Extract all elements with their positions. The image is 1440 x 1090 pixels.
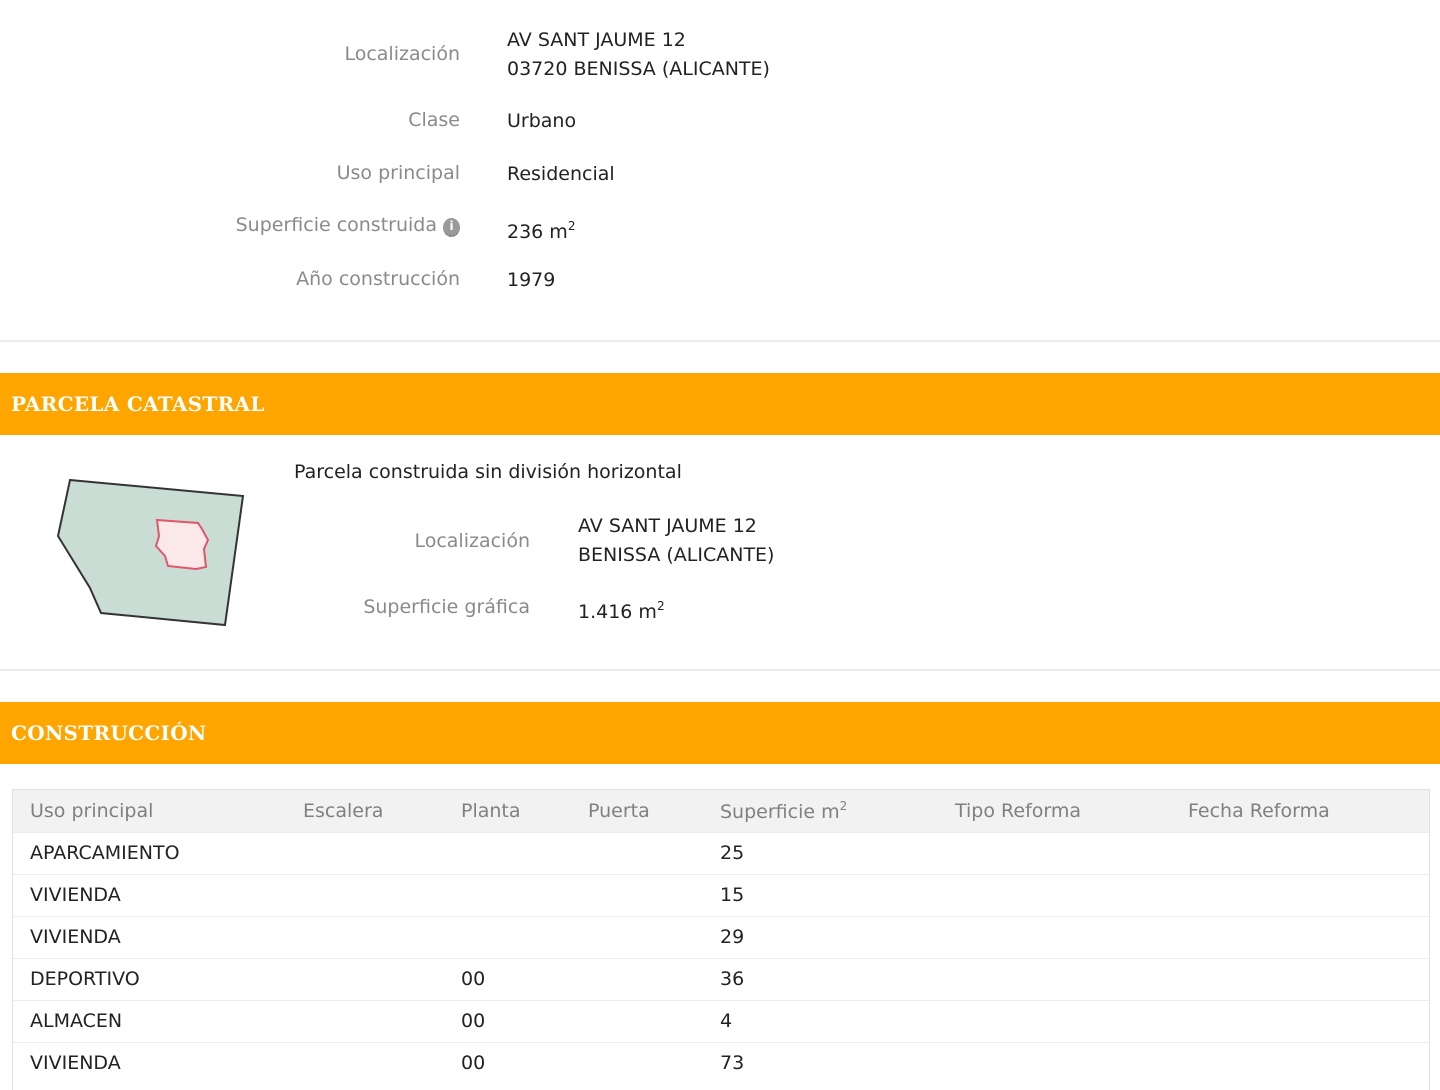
cell-uso: ALMACEN	[13, 999, 286, 1042]
parcela-header: PARCELA CATASTRAL	[0, 373, 1440, 435]
col-puerta[interactable]: Puerta	[571, 790, 703, 832]
cell-tipo-reforma	[938, 873, 1171, 916]
parcela-superficie-unit-sup: 2	[656, 599, 665, 613]
divider	[0, 669, 1440, 671]
cell-fecha-reforma	[1171, 957, 1429, 1000]
parcela-superficie-number: 1.416 m	[578, 601, 657, 623]
table-row: VIVIENDA 15	[13, 873, 1429, 916]
table-row: VIVIENDA 29	[13, 915, 1429, 958]
parcel-map-thumbnail[interactable]	[50, 470, 255, 635]
cell-tipo-reforma	[938, 957, 1171, 1000]
cell-puerta	[571, 873, 703, 916]
parcel-shape	[56, 478, 245, 627]
col-superficie-sup: 2	[839, 798, 848, 813]
table-header-row: Uso principal Escalera Planta Puerta Sup…	[13, 790, 1429, 832]
cell-planta: 00	[444, 999, 571, 1042]
cell-tipo-reforma	[938, 1041, 1171, 1084]
cell-tipo-reforma	[938, 831, 1171, 874]
cell-escalera	[286, 873, 444, 916]
parcela-localizacion-value: AV SANT JAUME 12 BENISSA (ALICANTE)	[578, 512, 774, 570]
cell-puerta	[571, 957, 703, 1000]
table-row: VIVIENDA 00 73	[13, 1041, 1429, 1084]
parcela-localizacion-line1: AV SANT JAUME 12	[578, 515, 757, 537]
cell-fecha-reforma	[1171, 873, 1429, 916]
localizacion-value: AV SANT JAUME 12 03720 BENISSA (ALICANTE…	[507, 26, 770, 84]
clase-value: Urbano	[507, 110, 577, 132]
cell-uso: VIVIENDA	[13, 915, 286, 958]
cell-puerta	[571, 831, 703, 874]
anio-label: Año construcción	[296, 268, 460, 290]
col-uso-principal[interactable]: Uso principal	[13, 790, 286, 832]
col-fecha-reforma[interactable]: Fecha Reforma	[1171, 790, 1429, 832]
cell-puerta	[571, 915, 703, 958]
cell-escalera	[286, 915, 444, 958]
cell-fecha-reforma	[1171, 915, 1429, 958]
cell-tipo-reforma	[938, 915, 1171, 958]
superficie-unit-sup: 2	[567, 219, 576, 233]
superficie-number: 236 m	[507, 221, 568, 243]
col-tipo-reforma[interactable]: Tipo Reforma	[938, 790, 1171, 832]
parcela-localizacion-label: Localización	[414, 530, 530, 552]
cell-planta: 00	[444, 957, 571, 1000]
uso-label: Uso principal	[336, 162, 460, 184]
cell-superficie: 36	[703, 957, 938, 1000]
superficie-value: 236 m2	[507, 212, 575, 247]
parcela-description: Parcela construida sin división horizont…	[294, 461, 682, 483]
col-escalera[interactable]: Escalera	[286, 790, 444, 832]
anio-value: 1979	[507, 269, 556, 291]
table-row: ALMACEN 00 4	[13, 999, 1429, 1042]
cell-fecha-reforma	[1171, 831, 1429, 874]
superficie-label-wrap: Superficie construida i	[236, 214, 460, 237]
table-row: DEPORTIVO 00 36	[13, 957, 1429, 1000]
cell-superficie: 25	[703, 831, 938, 874]
cell-uso: VIVIENDA	[13, 1041, 286, 1084]
cell-puerta	[571, 1041, 703, 1084]
col-superficie-label: Superficie m	[720, 800, 840, 823]
info-icon[interactable]: i	[443, 218, 460, 237]
localizacion-label: Localización	[344, 43, 460, 65]
cell-superficie: 29	[703, 915, 938, 958]
cell-fecha-reforma	[1171, 999, 1429, 1042]
cell-planta	[444, 831, 571, 874]
clase-label: Clase	[408, 109, 460, 131]
localizacion-line1: AV SANT JAUME 12	[507, 29, 686, 51]
cell-escalera	[286, 1041, 444, 1084]
cell-fecha-reforma	[1171, 1041, 1429, 1084]
cell-uso: DEPORTIVO	[13, 957, 286, 1000]
col-planta[interactable]: Planta	[444, 790, 571, 832]
cell-planta: 00	[444, 1041, 571, 1084]
cell-planta	[444, 915, 571, 958]
parcela-title: PARCELA CATASTRAL	[11, 392, 265, 416]
table-row: APARCAMIENTO 25	[13, 831, 1429, 874]
cell-uso: VIVIENDA	[13, 873, 286, 916]
cell-puerta	[571, 999, 703, 1042]
divider	[0, 340, 1440, 342]
cell-escalera	[286, 999, 444, 1042]
cell-tipo-reforma	[938, 999, 1171, 1042]
construccion-header: CONSTRUCCIÓN	[0, 702, 1440, 764]
construccion-table: Uso principal Escalera Planta Puerta Sup…	[13, 790, 1429, 1084]
construccion-table-wrap: Uso principal Escalera Planta Puerta Sup…	[12, 789, 1430, 1090]
cell-planta	[444, 873, 571, 916]
construccion-title: CONSTRUCCIÓN	[11, 721, 207, 745]
uso-value: Residencial	[507, 163, 615, 185]
cell-superficie: 15	[703, 873, 938, 916]
superficie-label: Superficie construida	[235, 214, 437, 236]
localizacion-line2: 03720 BENISSA (ALICANTE)	[507, 58, 770, 80]
parcela-superficie-value: 1.416 m2	[578, 592, 665, 627]
cell-uso: APARCAMIENTO	[13, 831, 286, 874]
cell-escalera	[286, 831, 444, 874]
cell-escalera	[286, 957, 444, 1000]
cell-superficie: 73	[703, 1041, 938, 1084]
col-superficie[interactable]: Superficie m2	[703, 790, 938, 832]
parcela-superficie-label: Superficie gráfica	[363, 596, 530, 618]
parcela-localizacion-line2: BENISSA (ALICANTE)	[578, 544, 775, 566]
cell-superficie: 4	[703, 999, 938, 1042]
